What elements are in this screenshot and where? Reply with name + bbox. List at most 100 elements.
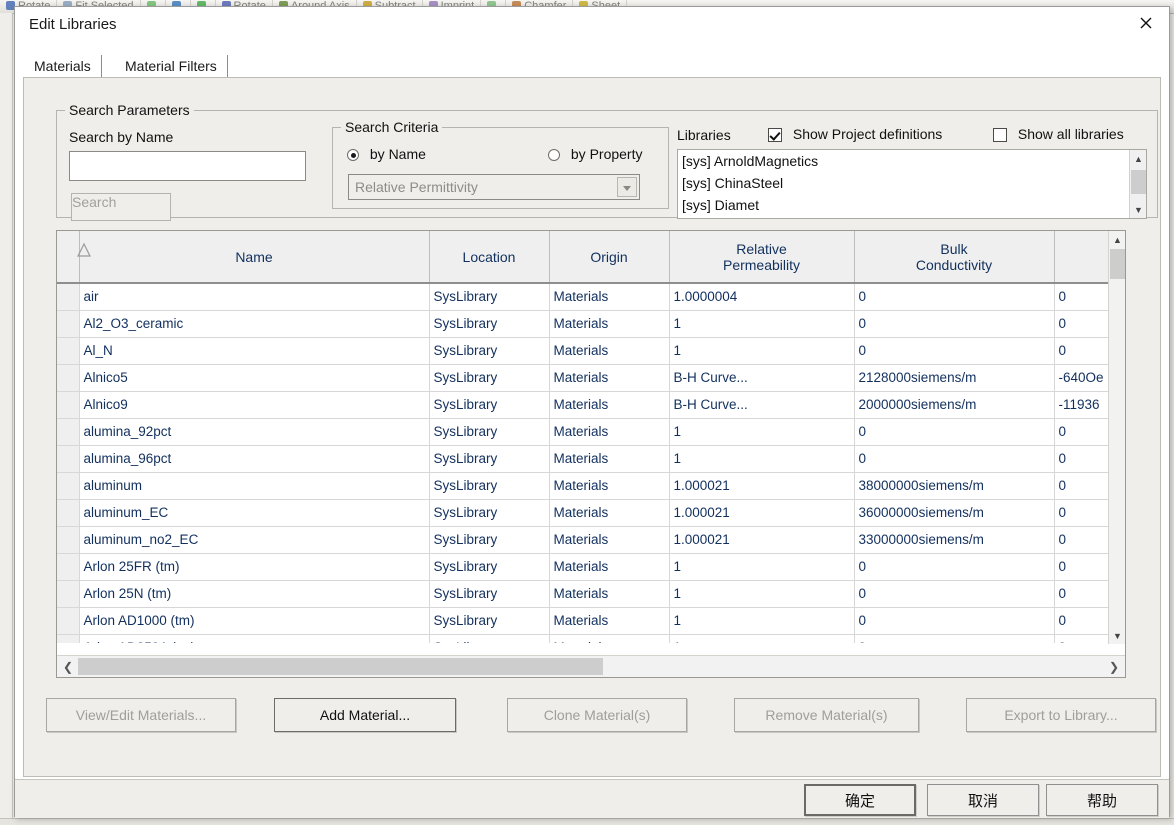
table-cell-location[interactable]: SysLibrary — [429, 283, 550, 311]
table-cell-relative-permeability[interactable]: B-H Curve... — [669, 391, 855, 419]
table-cell-origin[interactable]: Materials — [549, 445, 670, 473]
table-cell-origin[interactable]: Materials — [549, 364, 670, 392]
table-header-extra[interactable] — [1054, 231, 1108, 284]
table-row-selector[interactable] — [57, 310, 80, 338]
table-cell-extra[interactable]: 0 — [1054, 526, 1108, 554]
table-cell-location[interactable]: SysLibrary — [429, 472, 550, 500]
table-row-selector[interactable] — [57, 580, 80, 608]
table-header-name[interactable]: Name — [77, 231, 430, 284]
list-item[interactable]: [sys] ArnoldMagnetics — [678, 150, 1146, 172]
table-cell-relative-permeability[interactable]: 1 — [669, 418, 855, 446]
table-row-selector[interactable] — [57, 283, 80, 311]
table-cell-extra[interactable]: 0 — [1054, 634, 1108, 643]
table-row[interactable]: alumina_92pct SysLibrary Materials 1 0 0 — [57, 418, 1108, 446]
table-cell-bulk-conductivity[interactable]: 2000000siemens/m — [854, 391, 1055, 419]
table-cell-bulk-conductivity[interactable]: 2128000siemens/m — [854, 364, 1055, 392]
table-cell-origin[interactable]: Materials — [549, 472, 670, 500]
table-row[interactable]: aluminum_EC SysLibrary Materials 1.000021 36… — [57, 499, 1108, 527]
table-cell-bulk-conductivity[interactable]: 0 — [854, 418, 1055, 446]
materials-table-vertical-scrollbar[interactable]: ▲ ▼ — [1108, 231, 1125, 644]
radio-by-property[interactable]: by Property — [548, 146, 642, 162]
table-cell-location[interactable]: SysLibrary — [429, 418, 550, 446]
table-cell-location[interactable]: SysLibrary — [429, 445, 550, 473]
table-row[interactable]: alumina_96pct SysLibrary Materials 1 0 0 — [57, 445, 1108, 473]
table-cell-name[interactable]: Alnico9 — [79, 391, 430, 419]
table-cell-name[interactable]: alumina_92pct — [79, 418, 430, 446]
property-select[interactable]: Relative Permittivity — [348, 174, 640, 200]
table-cell-origin[interactable]: Materials — [549, 526, 670, 554]
table-cell-relative-permeability[interactable]: 1.000021 — [669, 526, 855, 554]
table-cell-bulk-conductivity[interactable]: 0 — [854, 283, 1055, 311]
table-cell-relative-permeability[interactable]: 1 — [669, 634, 855, 643]
table-cell-origin[interactable]: Materials — [549, 337, 670, 365]
table-row[interactable]: Arlon 25N (tm) SysLibrary Materials 1 0 0 — [57, 580, 1108, 608]
table-cell-relative-permeability[interactable]: 1.000021 — [669, 472, 855, 500]
table-cell-bulk-conductivity[interactable]: 0 — [854, 634, 1055, 643]
table-cell-extra[interactable]: 0 — [1054, 553, 1108, 581]
table-cell-extra[interactable]: 0 — [1054, 337, 1108, 365]
scroll-right-icon[interactable]: ❯ — [1105, 658, 1123, 675]
table-row-selector[interactable] — [57, 391, 80, 419]
table-cell-extra[interactable]: 0 — [1054, 580, 1108, 608]
table-cell-origin[interactable]: Materials — [549, 283, 670, 311]
table-cell-extra[interactable]: -640Oe — [1054, 364, 1108, 392]
table-cell-extra[interactable]: 0 — [1054, 418, 1108, 446]
table-cell-relative-permeability[interactable]: 1 — [669, 580, 855, 608]
table-cell-location[interactable]: SysLibrary — [429, 607, 550, 635]
scroll-down-icon[interactable]: ▼ — [1130, 201, 1146, 218]
libraries-list-scrollbar[interactable]: ▲ ▼ — [1129, 150, 1146, 218]
export-to-library-button[interactable]: Export to Library... — [966, 698, 1156, 732]
table-cell-name[interactable]: Arlon 25FR (tm) — [79, 553, 430, 581]
table-cell-bulk-conductivity[interactable]: 0 — [854, 445, 1055, 473]
scroll-up-icon[interactable]: ▲ — [1130, 150, 1146, 167]
table-cell-extra[interactable]: 0 — [1054, 445, 1108, 473]
table-row[interactable]: Alnico9 SysLibrary Materials B-H Curve... 20… — [57, 391, 1108, 419]
table-cell-bulk-conductivity[interactable]: 0 — [854, 337, 1055, 365]
table-header-relative-permeability[interactable]: Relative Permeability — [669, 231, 855, 284]
cancel-button[interactable]: 取消 — [927, 784, 1039, 816]
table-cell-location[interactable]: SysLibrary — [429, 580, 550, 608]
table-row[interactable]: air SysLibrary Materials 1.0000004 0 0 — [57, 283, 1108, 311]
table-cell-name[interactable]: Alnico5 — [79, 364, 430, 392]
table-cell-location[interactable]: SysLibrary — [429, 337, 550, 365]
libraries-list[interactable]: [sys] ArnoldMagnetics [sys] ChinaSteel [… — [677, 149, 1147, 219]
table-cell-extra[interactable]: -11936 — [1054, 391, 1108, 419]
materials-table-horizontal-scrollbar[interactable]: ❮ ❯ — [57, 655, 1125, 677]
list-item[interactable]: [sys] HitachiMetals — [678, 216, 1146, 218]
checkbox-show-project-definitions[interactable]: Show Project definitions — [768, 126, 942, 142]
table-row[interactable]: Arlon 25FR (tm) SysLibrary Materials 1 0 0 — [57, 553, 1108, 581]
scroll-up-icon[interactable]: ▲ — [1109, 231, 1126, 248]
tab-material-filters[interactable]: Material Filters — [115, 55, 228, 77]
table-cell-bulk-conductivity[interactable]: 36000000siemens/m — [854, 499, 1055, 527]
table-row-selector[interactable] — [57, 418, 80, 446]
table-cell-origin[interactable]: Materials — [549, 418, 670, 446]
table-cell-name[interactable]: Arlon AD1000 (tm) — [79, 607, 430, 635]
scrollbar-thumb[interactable] — [1110, 249, 1125, 279]
search-button[interactable]: Search — [71, 193, 171, 221]
chevron-down-icon[interactable] — [617, 177, 637, 197]
table-cell-extra[interactable]: 0 — [1054, 607, 1108, 635]
remove-materials-button[interactable]: Remove Material(s) — [734, 698, 919, 732]
table-cell-bulk-conductivity[interactable]: 0 — [854, 310, 1055, 338]
close-icon[interactable] — [1123, 7, 1169, 39]
table-cell-name[interactable]: aluminum_EC — [79, 499, 430, 527]
table-row[interactable]: Al_N SysLibrary Materials 1 0 0 — [57, 337, 1108, 365]
table-cell-origin[interactable]: Materials — [549, 391, 670, 419]
list-item[interactable]: [sys] ChinaSteel — [678, 172, 1146, 194]
table-row[interactable]: Arlon AD1000 (tm) SysLibrary Materials 1 0 0 — [57, 607, 1108, 635]
table-cell-name[interactable]: Arlon 25N (tm) — [79, 580, 430, 608]
table-cell-extra[interactable]: 0 — [1054, 310, 1108, 338]
table-cell-location[interactable]: SysLibrary — [429, 526, 550, 554]
table-row[interactable]: Arlon AD350A (tm)SysLibraryMaterials100 — [57, 634, 1108, 643]
ok-button[interactable]: 确定 — [804, 784, 916, 816]
table-cell-extra[interactable]: 0 — [1054, 472, 1108, 500]
table-cell-bulk-conductivity[interactable]: 0 — [854, 607, 1055, 635]
clone-materials-button[interactable]: Clone Material(s) — [507, 698, 687, 732]
table-cell-location[interactable]: SysLibrary — [429, 634, 550, 643]
table-cell-name[interactable]: Al_N — [79, 337, 430, 365]
table-cell-relative-permeability[interactable]: 1 — [669, 310, 855, 338]
table-cell-relative-permeability[interactable]: 1 — [669, 607, 855, 635]
table-cell-location[interactable]: SysLibrary — [429, 499, 550, 527]
list-item[interactable]: [sys] Diamet — [678, 194, 1146, 216]
table-cell-location[interactable]: SysLibrary — [429, 364, 550, 392]
